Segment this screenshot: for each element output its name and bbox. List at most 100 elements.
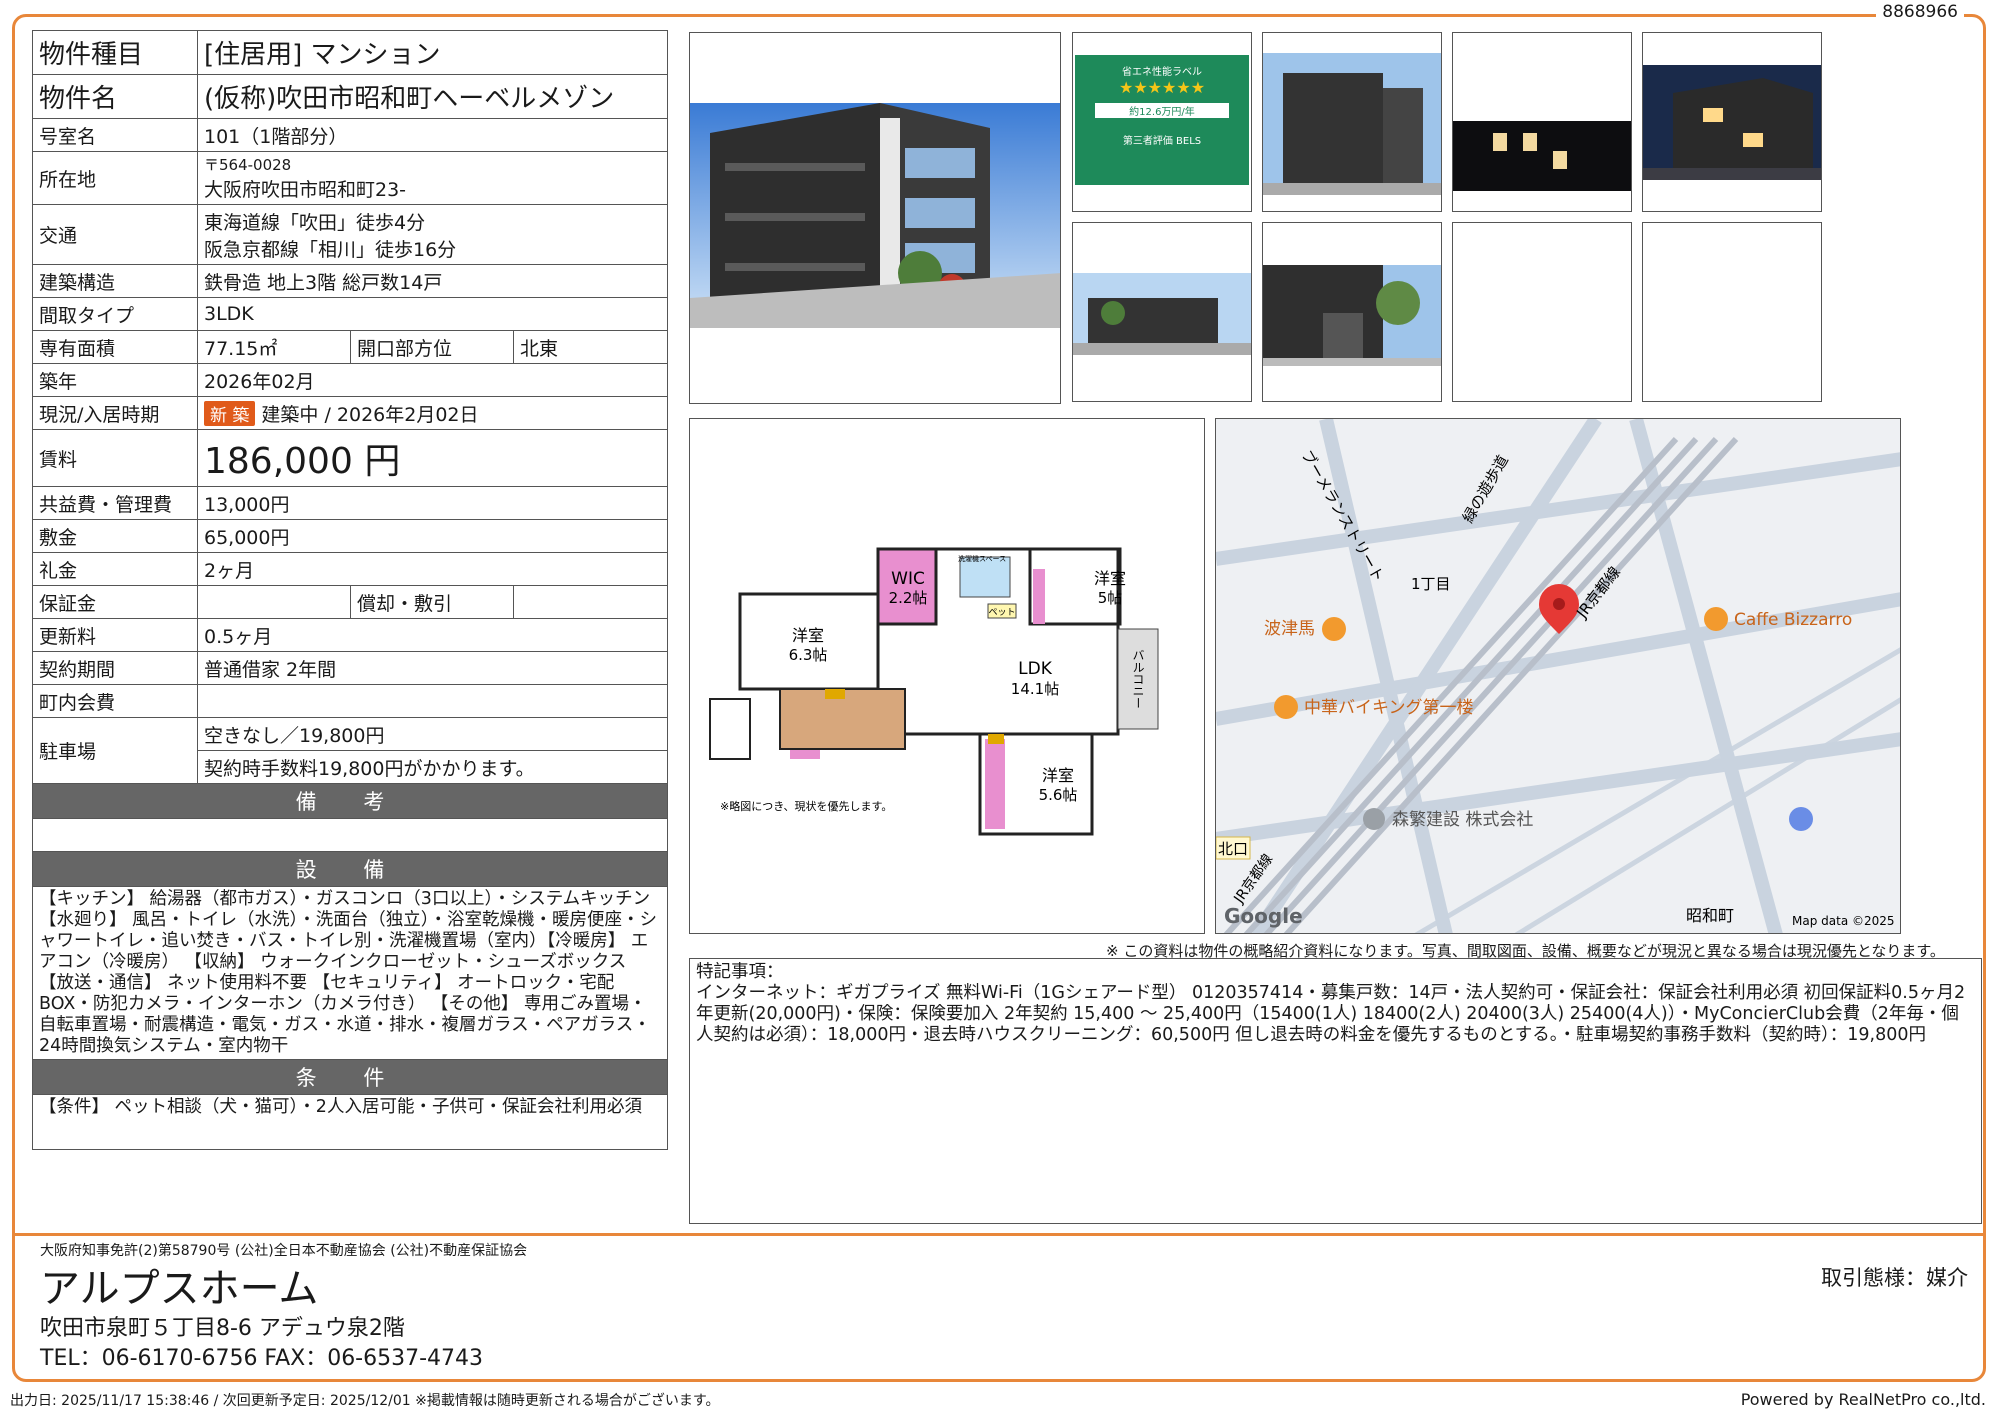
traffic-label: 交通 [32, 204, 198, 265]
room-area-ldk: 14.1帖 [1011, 680, 1059, 698]
room-area-western-1: 5帖 [1098, 589, 1123, 607]
structure-value: 鉄骨造 地上3階 総戸数14戸 [197, 264, 668, 298]
amortization-value [513, 585, 668, 619]
room-label-western-1: 洋室 [1094, 569, 1126, 588]
room-label-ldk: LDK [1018, 659, 1053, 679]
map-canvas: ブーメランストリート 緑の遊歩道 1丁目 JR京都線 Caffe Bizzarr… [1216, 419, 1900, 933]
deposit-label: 敷金 [32, 519, 198, 553]
special-notes-title: 特記事項： [696, 962, 784, 982]
layout-value: 3LDK [197, 297, 668, 331]
contract-value: 普通借家 2年間 [197, 651, 668, 685]
room-area-western-2: 6.3帖 [789, 646, 828, 664]
address-label: 所在地 [32, 151, 198, 205]
postal-code: 〒564-0028 [204, 156, 292, 174]
traffic-line-2: 阪急京都線「相川」徒歩16分 [204, 238, 457, 261]
document-id: 8868966 [1876, 2, 1964, 22]
map-label-1chome: 1丁目 [1411, 575, 1451, 593]
fee-value: 13,000円 [197, 486, 668, 520]
type-value: [住居用] マンション [197, 30, 668, 75]
key-money-label: 礼金 [32, 552, 198, 586]
floor-plan-note: ※略図につき、現状を優先します。 [720, 799, 892, 813]
contract-label: 契約期間 [32, 651, 198, 685]
room-label-western-3: 洋室 [1042, 766, 1074, 785]
type-label: 物件種目 [32, 30, 198, 75]
fee-label: 共益費・管理費 [32, 486, 198, 520]
map-label-showacho: 昭和町 [1686, 906, 1734, 925]
layout-label: 間取タイプ [32, 297, 198, 331]
conditions-header: 条 件 [32, 1059, 668, 1095]
name-value: (仮称)吹田市昭和町ヘーベルメゾン [197, 74, 668, 119]
map-attribution: Map data ©2025 [1792, 914, 1895, 928]
remarks-value [32, 818, 668, 852]
deposit-value: 65,000円 [197, 519, 668, 553]
thumb-energy-label[interactable]: 省エネ性能ラベル ★★★★★★ 約12.6万円/年 第三者評価 BELS [1072, 32, 1252, 212]
room-label-laundry: 洗濯機スペース [958, 554, 1006, 563]
traffic-line-1: 東海道線「吹田」徒歩4分 [204, 211, 426, 234]
floor-plan[interactable]: WIC 2.2帖 洋室 5帖 洋室 6.3帖 LDK 14.1帖 洋室 5.6帖… [689, 418, 1205, 934]
room-area-wic: 2.2帖 [889, 589, 928, 607]
eco-label-title: 省エネ性能ラベル [1122, 67, 1202, 78]
building-exterior-image [1073, 273, 1251, 355]
guarantee-value [197, 585, 351, 619]
direction-value: 北東 [513, 330, 668, 364]
facilities-text: 【キッチン】 給湯器（都市ガス）・ガスコンロ（3口以上）・システムキッチン 【水… [32, 886, 668, 1060]
eco-label-stars: ★★★★★★ [1118, 78, 1206, 97]
thumb-entrance[interactable] [1262, 222, 1442, 402]
thumb-exterior-night-1[interactable] [1452, 32, 1632, 212]
company-address: 吹田市泉町５丁目8-6 アデュウ泉2階 [40, 1316, 405, 1341]
parking-label: 駐車場 [32, 717, 198, 784]
room-value: 101（1階部分） [197, 118, 668, 152]
area-value: 77.15㎡ [197, 330, 351, 364]
map-label-north-exit: 北口 [1218, 840, 1248, 858]
remarks-header: 備 考 [32, 783, 668, 819]
status-value: 建築中 / 2026年2月02日 [261, 403, 479, 426]
room-label-pet: ペット [988, 608, 1015, 618]
facilities-header: 設 備 [32, 851, 668, 887]
eco-label-footer: 第三者評価 BELS [1122, 136, 1202, 147]
year-value: 2026年02月 [197, 363, 668, 397]
powered-by: Powered by RealNetPro co.,ltd. [1740, 1390, 1986, 1409]
town-fee-label: 町内会費 [32, 684, 198, 718]
town-fee-value [197, 684, 668, 718]
thumb-empty-2 [1642, 222, 1822, 402]
map-label-morishige: 森繁建設 株式会社 [1392, 810, 1533, 830]
thumb-exterior-day[interactable] [1262, 32, 1442, 212]
google-logo: Google [1224, 904, 1303, 928]
company-name: アルプスホーム [40, 1266, 319, 1312]
parking-line-1: 空きなし／19,800円 [197, 717, 668, 751]
structure-label: 建築構造 [32, 264, 198, 298]
thumb-exterior-night-2[interactable] [1642, 32, 1822, 212]
name-label: 物件名 [32, 74, 198, 119]
parking-line-2: 契約時手数料19,800円がかかります。 [197, 750, 668, 784]
room-label-balcony: バルコニー [1131, 649, 1145, 709]
company-phone: TEL：06-6170-6756 FAX：06-6537-4743 [40, 1346, 484, 1371]
building-exterior-image [1263, 53, 1441, 195]
key-money-value: 2ヶ月 [197, 552, 668, 586]
status-label: 現況/入居時期 [32, 396, 198, 430]
rent-value: 186,000 円 [197, 429, 668, 487]
renewal-label: 更新料 [32, 618, 198, 652]
main-photo[interactable] [689, 32, 1061, 404]
conditions-text: 【条件】 ペット相談（犬・猫可）・2人入居可能・子供可・保証会社利用必須 [32, 1094, 668, 1150]
map-label-hatsuma: 波津馬 [1264, 619, 1315, 639]
footer-divider [12, 1233, 1986, 1236]
thumb-exterior-wide[interactable] [1072, 222, 1252, 402]
room-area-western-3: 5.6帖 [1039, 786, 1078, 804]
special-notes-text: インターネット：ギガプライズ 無料Wi-Fi（1Gシェアード型） 0120357… [696, 983, 1966, 1045]
area-map[interactable]: ブーメランストリート 緑の遊歩道 1丁目 JR京都線 Caffe Bizzarr… [1215, 418, 1901, 934]
property-table: 物件種目 [住居用] マンション 物件名 (仮称)吹田市昭和町ヘーベルメゾン 号室名… [32, 30, 668, 1150]
entrance-image [1263, 265, 1441, 366]
deal-type: 取引態様：媒介 [1821, 1266, 1968, 1290]
guarantee-label: 保証金 [32, 585, 198, 619]
thumb-empty-1 [1452, 222, 1632, 402]
renewal-value: 0.5ヶ月 [197, 618, 668, 652]
year-label: 築年 [32, 363, 198, 397]
special-notes: 特記事項： インターネット：ギガプライズ 無料Wi-Fi（1Gシェアード型） 0… [689, 958, 1982, 1224]
room-label: 号室名 [32, 118, 198, 152]
address-value: 大阪府吹田市昭和町23- [204, 179, 407, 201]
night-exterior-image [1643, 65, 1821, 180]
room-label-western-2: 洋室 [792, 626, 824, 645]
direction-label: 開口部方位 [350, 330, 514, 364]
area-label: 専有面積 [32, 330, 198, 364]
floor-plan-drawing: WIC 2.2帖 洋室 5帖 洋室 6.3帖 LDK 14.1帖 洋室 5.6帖… [709, 547, 1159, 836]
